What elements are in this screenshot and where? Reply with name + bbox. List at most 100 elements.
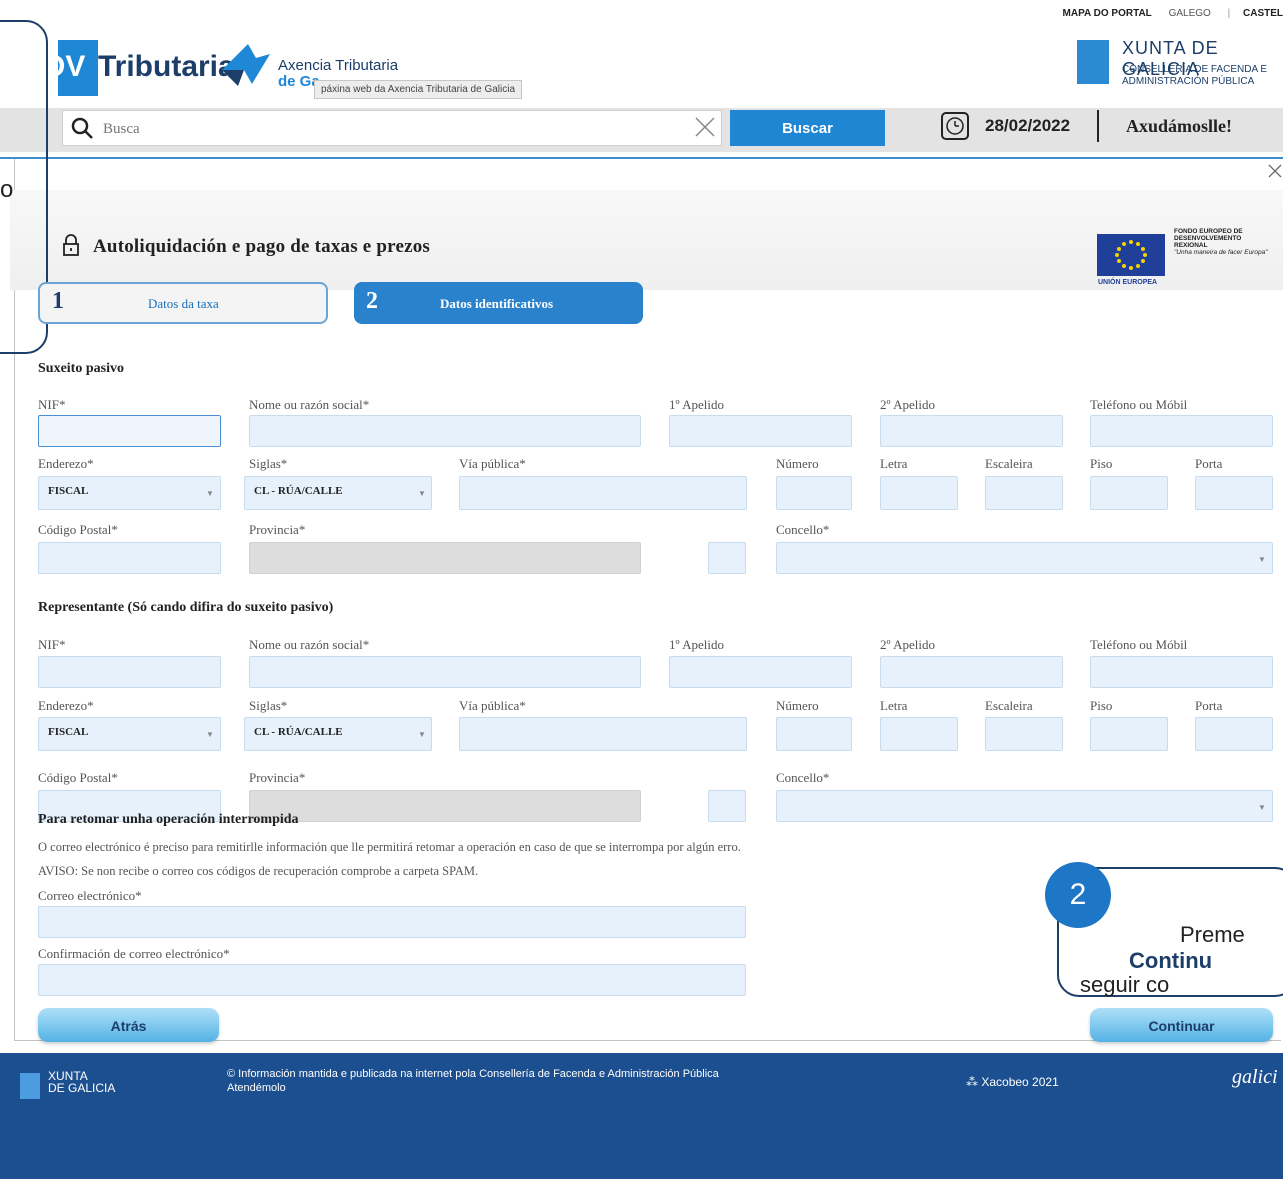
siglas-label: Siglas* [249, 456, 288, 471]
footer-atendemolo-link[interactable]: Atendémolo [227, 1081, 719, 1095]
continue-button[interactable]: Continuar [1090, 1008, 1273, 1042]
help-link[interactable]: Axudámoslle! [1126, 116, 1232, 137]
email-input[interactable] [38, 906, 746, 938]
rep-apelido2-input[interactable] [880, 656, 1063, 688]
agency-tooltip: páxina web da Axencia Tributaria de Gali… [314, 80, 523, 99]
back-button[interactable]: Atrás [38, 1008, 219, 1042]
top-links: MAPA DO PORTAL GALEGO | CASTEL [1063, 8, 1283, 19]
apelido2-label: 2º Apelido [880, 397, 935, 412]
rep-apelido1-label: 1º Apelido [669, 637, 724, 652]
eu-stars-icon [1115, 240, 1147, 270]
rep-nome-input[interactable] [249, 656, 641, 688]
concello-label: Concello* [776, 522, 830, 537]
rep-piso-input[interactable] [1090, 717, 1168, 751]
eu-fund-line-4: "Unha maneira de facer Europa" [1174, 249, 1268, 256]
retomar-aviso: AVISO: Se non recibe o correo cos código… [38, 864, 479, 878]
eu-fund-line-3: REXIONAL [1174, 242, 1208, 249]
nif-label: NIF* [38, 397, 66, 412]
concello-code-input[interactable] [708, 542, 746, 574]
lang-castellano-link[interactable]: CASTEL [1243, 8, 1283, 19]
nome-input[interactable] [249, 415, 641, 447]
conselleria-line-1: CONSELLERÍA DE FACENDA E [1122, 64, 1268, 75]
rep-letra-input[interactable] [880, 717, 958, 751]
footer-xunta-name[interactable]: XUNTA DE GALICIA [48, 1070, 115, 1094]
rep-concello-select[interactable] [776, 790, 1273, 822]
current-date: 28/02/2022 [985, 116, 1071, 135]
piso-label: Piso [1090, 456, 1113, 471]
clear-search-icon[interactable] [694, 116, 716, 138]
search-input[interactable] [101, 117, 685, 141]
chevron-down-icon: ▼ [206, 730, 214, 739]
rep-enderezo-value: FISCAL [48, 726, 89, 738]
portal-map-link[interactable]: MAPA DO PORTAL [1063, 8, 1152, 19]
xunta-logo-icon [1077, 40, 1109, 84]
numero-label: Número [776, 456, 819, 471]
tributaria-logo-text[interactable]: Tributaria [98, 50, 235, 84]
rep-via-input[interactable] [459, 717, 747, 751]
chevron-down-icon: ▼ [1258, 555, 1266, 564]
porta-input[interactable] [1195, 476, 1273, 510]
agency-bird-icon [222, 44, 270, 86]
rep-telefono-label: Teléfono ou Móbil [1090, 637, 1188, 652]
lang-galego-link[interactable]: GALEGO [1169, 8, 1211, 19]
via-input[interactable] [459, 476, 747, 510]
suxeito-section-title: Suxeito pasivo [38, 361, 124, 376]
escaleira-input[interactable] [985, 476, 1063, 510]
chevron-down-icon: ▼ [418, 489, 426, 498]
telefono-input[interactable] [1090, 415, 1273, 447]
xacobeo-icon: ⁂ [966, 1075, 982, 1089]
email-confirm-input[interactable] [38, 964, 746, 996]
eu-label: UNIÓN EUROPEA [1098, 279, 1158, 286]
rep-porta-input[interactable] [1195, 717, 1273, 751]
xacobeo-logo[interactable]: ⁂ Xacobeo 2021 [966, 1075, 1059, 1089]
galicia-logo[interactable]: galici [1232, 1066, 1278, 1089]
letra-input[interactable] [880, 476, 958, 510]
concello-select[interactable] [776, 542, 1273, 574]
rep-apelido1-input[interactable] [669, 656, 852, 688]
chevron-down-icon: ▼ [206, 489, 214, 498]
apelido1-input[interactable] [669, 415, 852, 447]
search-box [62, 110, 722, 146]
rep-numero-input[interactable] [776, 717, 852, 751]
search-button[interactable]: Buscar [730, 110, 885, 146]
chevron-down-icon: ▼ [1258, 803, 1266, 812]
step-2-label: Datos identificativos [440, 296, 554, 311]
rep-enderezo-label: Enderezo* [38, 698, 94, 713]
conselleria-line-2: ADMINISTRACIÓN PÚBLICA [1122, 76, 1255, 87]
email-confirm-label: Confirmación de correo electrónico* [38, 946, 230, 961]
nif-input[interactable] [38, 415, 221, 447]
via-label: Vía pública* [459, 456, 526, 471]
close-icon[interactable] [1268, 164, 1282, 178]
representante-section-title: Representante (Só cando difira do suxeit… [38, 600, 334, 615]
footer-info: © Información mantida e publicada na int… [227, 1067, 719, 1095]
page-title: Autoliquidación e pago de taxas e prezos [93, 236, 431, 257]
rep-nif-input[interactable] [38, 656, 221, 688]
tutorial-callout-2-line-3: seguir co [1080, 972, 1170, 997]
eu-fund-line-1: FONDO EUROPEO DE [1174, 228, 1243, 235]
eu-fund-text: FONDO EUROPEO DE DESENVOLVEMENTO REXIONA… [1174, 228, 1282, 256]
apelido2-input[interactable] [880, 415, 1063, 447]
numero-input[interactable] [776, 476, 852, 510]
provincia-input [249, 542, 641, 574]
rep-cp-label: Código Postal* [38, 770, 118, 785]
piso-input[interactable] [1090, 476, 1168, 510]
porta-label: Porta [1195, 456, 1223, 471]
cp-label: Código Postal* [38, 522, 118, 537]
rep-porta-label: Porta [1195, 698, 1223, 713]
lang-separator: | [1227, 8, 1231, 19]
rep-concello-code-input[interactable] [708, 790, 746, 822]
rep-letra-label: Letra [880, 698, 908, 713]
retomar-info: O correo electrónico é preciso para remi… [38, 840, 741, 854]
xunta-footer-logo-icon [20, 1073, 40, 1099]
conselleria-name: CONSELLERÍA DE FACENDA E ADMINISTRACIÓN … [1122, 64, 1267, 88]
email-label: Correo electrónico* [38, 888, 142, 903]
cp-input[interactable] [38, 542, 221, 574]
rep-provincia-label: Provincia* [249, 770, 306, 785]
rep-escaleira-input[interactable] [985, 717, 1063, 751]
clock-icon [941, 112, 969, 140]
rep-nif-label: NIF* [38, 637, 66, 652]
rep-telefono-input[interactable] [1090, 656, 1273, 688]
date-divider [1097, 110, 1099, 142]
footer-copyright: © Información mantida e publicada na int… [227, 1068, 719, 1080]
step-2-number: 2 [366, 288, 378, 314]
